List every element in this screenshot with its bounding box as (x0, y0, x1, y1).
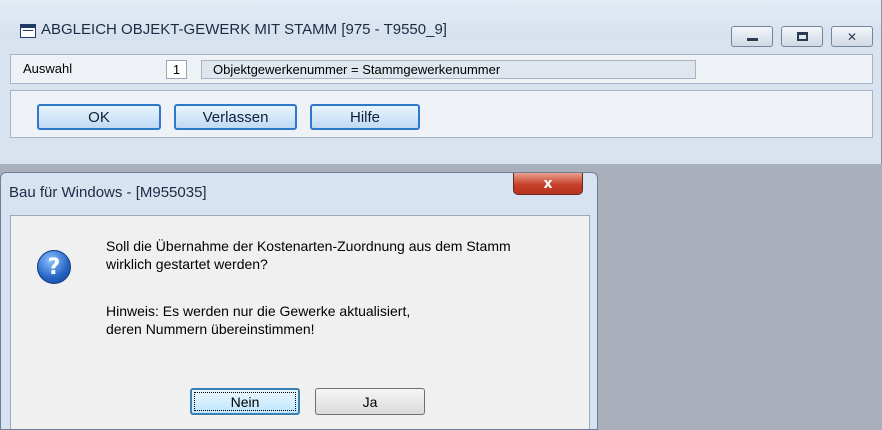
main-titlebar[interactable]: ABGLEICH OBJEKT-GEWERK MIT STAMM [975 - … (0, 0, 881, 47)
ja-button[interactable]: Ja (315, 388, 425, 415)
message-line: Soll die Übernahme der Kostenarten-Zuord… (106, 238, 511, 254)
hint-line: Hinweis: Es werden nur die Gewerke aktua… (106, 303, 411, 319)
hint-line: deren Nummern übereinstimmen! (106, 321, 315, 337)
dialog-close-button[interactable]: x (513, 173, 583, 195)
window-app-icon (20, 24, 36, 38)
dialog-body: ? Soll die Übernahme der Kostenarten-Zuo… (10, 215, 590, 429)
ok-button[interactable]: OK (37, 104, 161, 130)
question-icon: ? (37, 250, 71, 284)
auswahl-value-field: Objektgewerkenummer = Stammgewerkenummer (201, 60, 696, 79)
auswahl-label: Auswahl (23, 61, 73, 76)
minimize-button[interactable] (731, 26, 773, 47)
close-button[interactable]: ✕ (831, 26, 873, 47)
nein-button[interactable]: Nein (190, 388, 300, 415)
main-window-title: ABGLEICH OBJEKT-GEWERK MIT STAMM [975 - … (41, 21, 447, 38)
maximize-button[interactable] (781, 26, 823, 47)
close-icon: x (543, 175, 553, 192)
message-line: wirklich gestartet werden? (106, 256, 268, 272)
dialog-title: Bau für Windows - [M955035] (9, 184, 207, 201)
hilfe-button[interactable]: Hilfe (310, 104, 420, 130)
main-window: ABGLEICH OBJEKT-GEWERK MIT STAMM [975 - … (0, 0, 882, 164)
auswahl-number-field[interactable]: 1 (166, 60, 187, 79)
auswahl-panel: Auswahl 1 Objektgewerkenummer = Stammgew… (10, 54, 873, 84)
close-icon: ✕ (846, 29, 858, 44)
button-panel: OK Verlassen Hilfe (10, 90, 873, 138)
verlassen-button[interactable]: Verlassen (174, 104, 297, 130)
maximize-icon (796, 32, 808, 41)
minimize-icon (746, 38, 758, 41)
confirm-dialog: Bau für Windows - [M955035] x ? Soll die… (0, 172, 598, 430)
